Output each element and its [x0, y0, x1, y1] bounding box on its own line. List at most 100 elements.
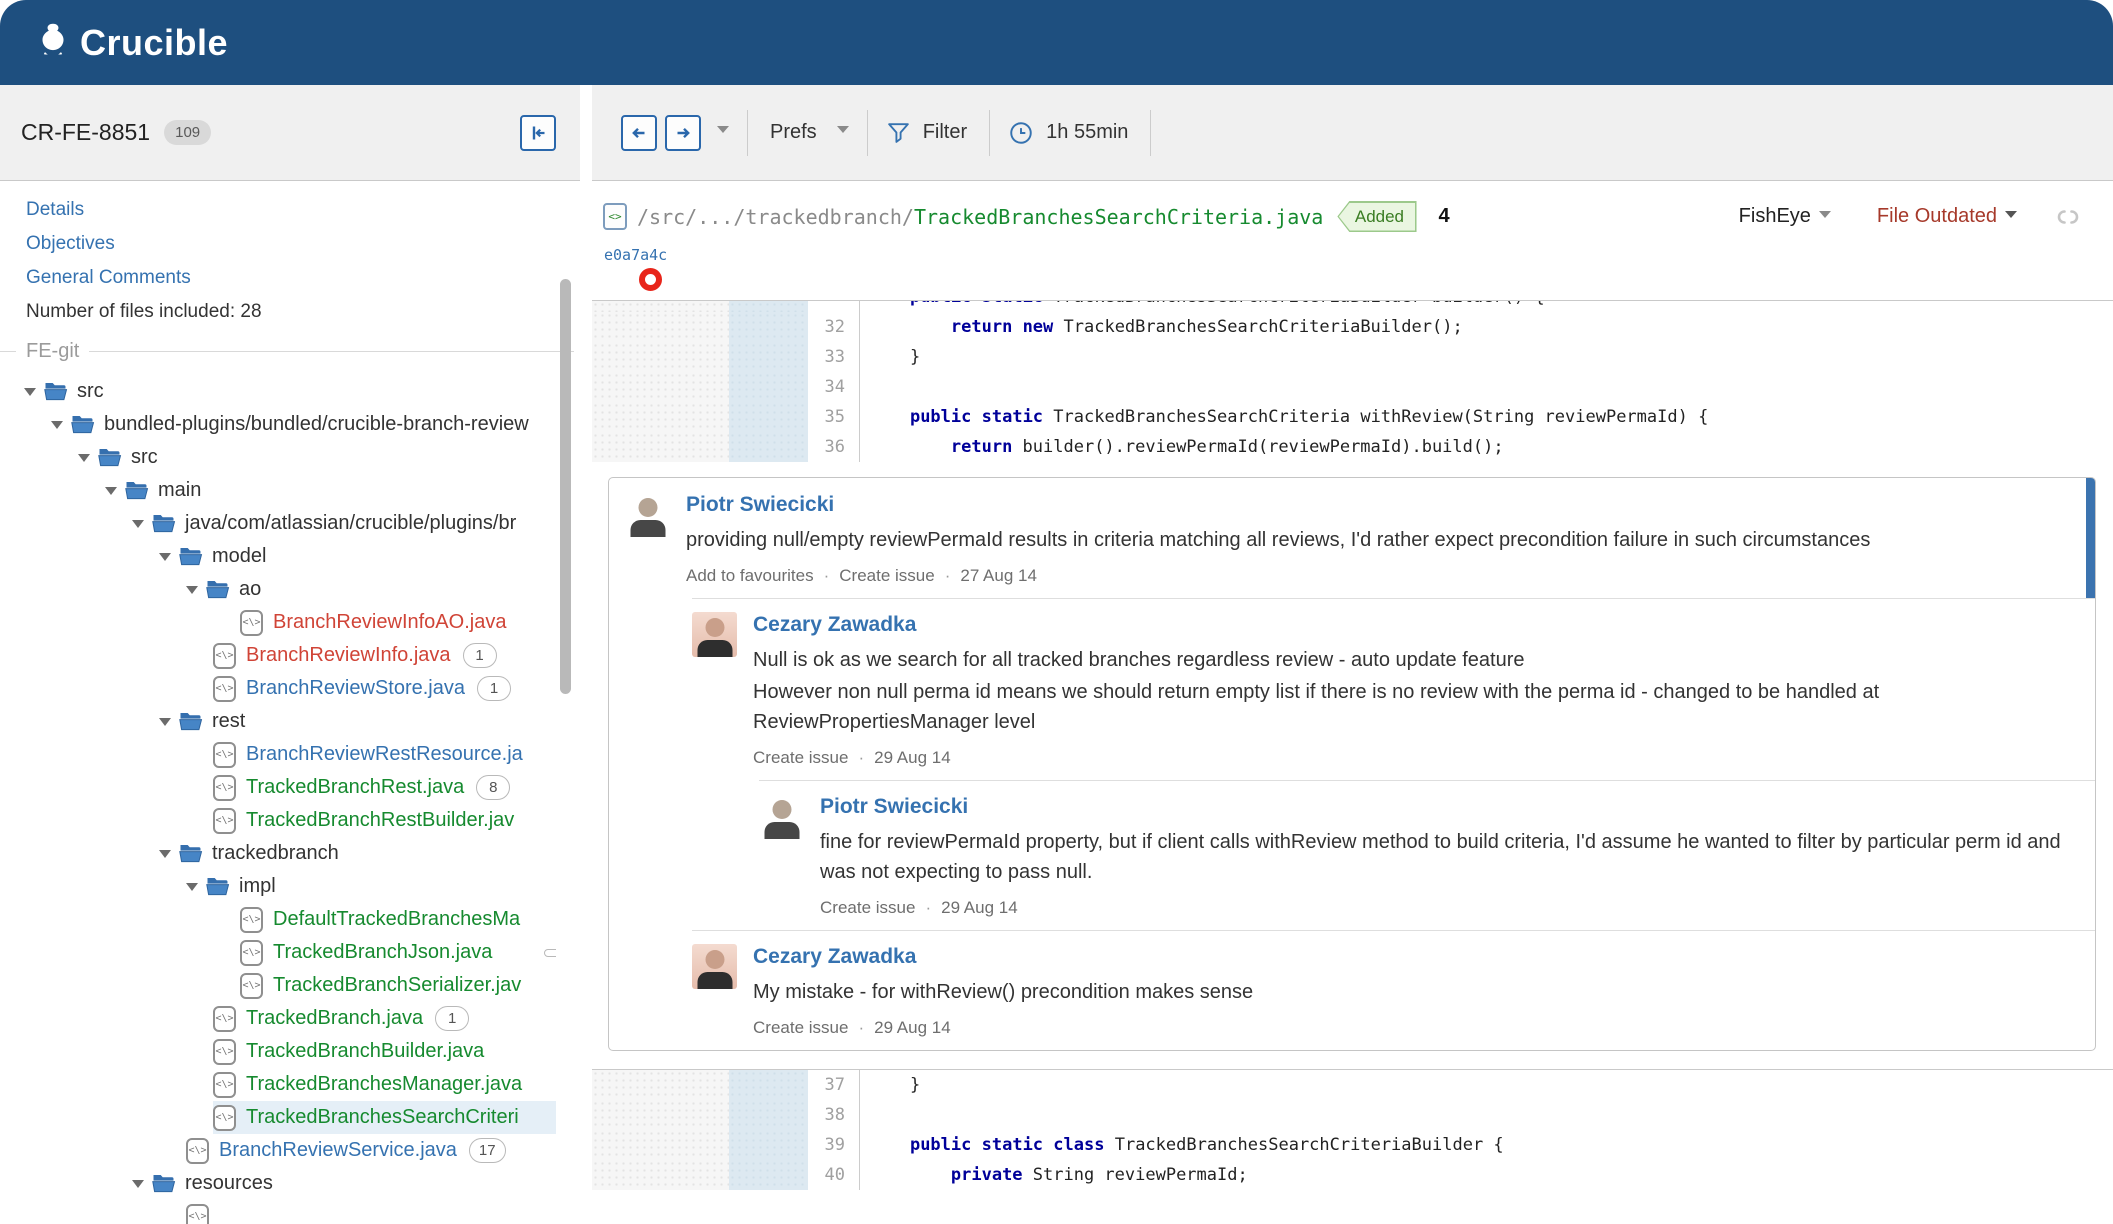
code-line[interactable]: 34 [592, 372, 2113, 402]
line-number[interactable]: 34 [808, 372, 860, 402]
line-number[interactable]: 40 [808, 1160, 860, 1190]
tree-item-file[interactable]: <\> TrackedBranchJson.java [0, 936, 556, 969]
tree-item-file[interactable]: <\> DefaultTrackedBranchesMa [0, 903, 556, 936]
expand-caret-icon[interactable] [159, 717, 171, 726]
tree-item-folder[interactable]: model [0, 540, 556, 573]
prefs-dropdown[interactable]: Prefs [748, 121, 867, 144]
tree-item-folder[interactable]: trackedbranch [0, 837, 556, 870]
tree-item-folder[interactable]: ao [0, 573, 556, 606]
code-line[interactable]: public static TrackedBranchesSearchCrite… [592, 301, 2113, 312]
arrow-right-icon [677, 127, 690, 138]
filter-button[interactable]: Filter [868, 120, 989, 145]
unlink-icon[interactable] [2053, 205, 2083, 229]
expand-caret-icon[interactable] [78, 453, 90, 462]
collapse-sidebar-button[interactable] [520, 114, 556, 151]
app-window: Crucible CR-FE-8851 109 Details Objectiv… [0, 0, 2113, 1224]
line-number[interactable]: 36 [808, 432, 860, 462]
diff-gutter[interactable] [729, 1070, 808, 1100]
next-file-button[interactable] [665, 114, 701, 151]
tree-item-file[interactable]: <\> BranchReviewRestResource.ja [0, 738, 556, 771]
tree-item-label: TrackedBranchRest.java [246, 776, 465, 798]
code-line[interactable]: 36 return builder().reviewPermaId(review… [592, 432, 2113, 462]
code-line[interactable]: 39 public static class TrackedBranchesSe… [592, 1130, 2113, 1160]
tree-item-file[interactable]: <\> BranchReviewInfoAO.java [0, 606, 556, 639]
expand-caret-icon[interactable] [159, 849, 171, 858]
comment-action-link[interactable]: Create issue [820, 898, 915, 917]
diff-gutter[interactable] [729, 312, 808, 342]
comment-action-link[interactable]: Add to favourites [686, 566, 814, 585]
diff-gutter[interactable] [729, 1100, 808, 1130]
pane-divider[interactable] [580, 85, 592, 1224]
repo-section-header: FE-git [0, 337, 580, 365]
tree-item-file[interactable]: <\> BranchReviewInfo.java 1 [0, 639, 556, 672]
line-number[interactable]: 39 [808, 1130, 860, 1160]
expand-caret-icon[interactable] [51, 420, 63, 429]
line-number[interactable]: 32 [808, 312, 860, 342]
line-number[interactable] [808, 301, 860, 312]
tree-item-file[interactable]: <\> TrackedBranchSerializer.jav [0, 969, 556, 1002]
tree-item-folder[interactable]: src [0, 375, 556, 408]
tree-item-file[interactable]: <\> TrackedBranchBuilder.java [0, 1035, 556, 1068]
comment-author-link[interactable]: Cezary Zawadka [753, 613, 916, 637]
diff-gutter[interactable] [729, 372, 808, 402]
code-line[interactable]: 32 return new TrackedBranchesSearchCrite… [592, 312, 2113, 342]
diff-gutter[interactable] [729, 1130, 808, 1160]
line-number[interactable]: 37 [808, 1070, 860, 1100]
tree-item-file[interactable]: <\> BranchReviewStore.java 1 [0, 672, 556, 705]
expand-caret-icon[interactable] [186, 585, 198, 594]
tree-item-folder[interactable]: java/com/atlassian/crucible/plugins/br [0, 507, 556, 540]
tree-item-file[interactable]: <\> TrackedBranchesSearchCriteri [0, 1101, 556, 1134]
fisheye-dropdown[interactable]: FishEye [1739, 205, 1831, 228]
code-line[interactable]: 40 private String reviewPermaId; [592, 1160, 2113, 1190]
comment-action-link[interactable]: Create issue [753, 748, 848, 767]
expand-caret-icon[interactable] [159, 552, 171, 561]
commit-hash-link[interactable]: e0a7a4c [604, 246, 667, 264]
tree-item-file[interactable]: <\> BranchReviewService.java 17 [0, 1134, 556, 1167]
code-line[interactable]: 35 public static TrackedBranchesSearchCr… [592, 402, 2113, 432]
expand-caret-icon[interactable] [132, 519, 144, 528]
code-line[interactable]: 33 } [592, 342, 2113, 372]
tree-item-folder[interactable]: impl [0, 870, 556, 903]
comment-author-link[interactable]: Piotr Swiecicki [820, 795, 968, 819]
comment-author-link[interactable]: Cezary Zawadka [753, 945, 916, 969]
prev-file-button[interactable] [621, 114, 657, 151]
comment-action-link[interactable]: Create issue [753, 1018, 848, 1037]
file-outdated-dropdown[interactable]: File Outdated [1877, 205, 2017, 228]
tree-item-folder[interactable]: rest [0, 705, 556, 738]
tree-item-file[interactable]: <\> TrackedBranch.java 1 [0, 1002, 556, 1035]
diff-gutter[interactable] [729, 301, 808, 312]
time-spent-button[interactable]: 1h 55min [990, 120, 1150, 146]
sidebar-link-details[interactable]: Details [0, 193, 580, 227]
tree-item-file[interactable]: <\> TrackedBranchRestBuilder.jav [0, 804, 556, 837]
diff-gutter[interactable] [729, 402, 808, 432]
tree-item-label: src [131, 446, 158, 468]
diff-gutter[interactable] [729, 1160, 808, 1190]
code-line[interactable]: 37 } [592, 1070, 2113, 1100]
line-number[interactable]: 38 [808, 1100, 860, 1130]
chevron-down-icon [836, 126, 849, 139]
tree-item-folder[interactable]: bundled-plugins/bundled/crucible-branch-… [0, 408, 556, 441]
scrollbar-thumb[interactable] [560, 279, 571, 694]
file-nav-dropdown-caret[interactable] [717, 126, 729, 139]
comment-author-link[interactable]: Piotr Swiecicki [686, 493, 834, 517]
line-number[interactable]: 35 [808, 402, 860, 432]
crucible-logo[interactable]: Crucible [32, 19, 228, 66]
diff-gutter[interactable] [729, 342, 808, 372]
sidebar-link-objectives[interactable]: Objectives [0, 227, 580, 261]
comment-action-link[interactable]: Create issue [839, 566, 934, 585]
expand-caret-icon[interactable] [186, 882, 198, 891]
tree-item-folder[interactable]: resources [0, 1167, 556, 1200]
sidebar-link-general-comments[interactable]: General Comments [0, 261, 580, 295]
expand-caret-icon[interactable] [105, 486, 117, 495]
tree-item-folder[interactable]: src [0, 441, 556, 474]
expand-caret-icon[interactable] [132, 1179, 144, 1188]
tree-item-file[interactable]: <\> [0, 1200, 556, 1224]
code-line[interactable]: 38 [592, 1100, 2113, 1130]
tree-item-folder[interactable]: main [0, 474, 556, 507]
tree-item-file[interactable]: <\> TrackedBranchesManager.java [0, 1068, 556, 1101]
diff-gutter[interactable] [729, 432, 808, 462]
expand-caret-icon[interactable] [24, 387, 36, 396]
tree-item-file[interactable]: <\> TrackedBranchRest.java 8 [0, 771, 556, 804]
commit-marker-icon[interactable] [639, 268, 662, 291]
line-number[interactable]: 33 [808, 342, 860, 372]
